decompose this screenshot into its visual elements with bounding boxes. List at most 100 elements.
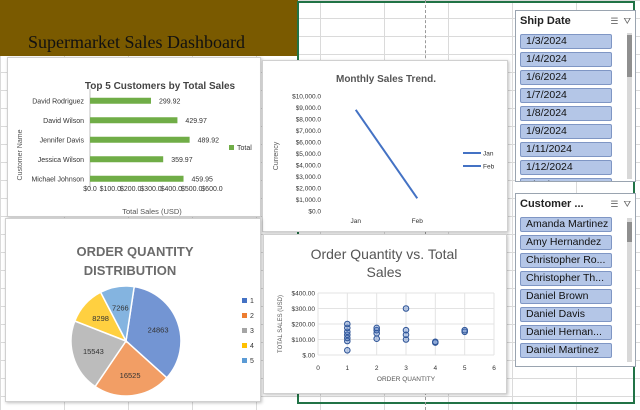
slicer-title: Ship Date: [520, 15, 571, 27]
slicer-item[interactable]: Daniel Martinez: [520, 343, 612, 358]
data-label: 429.97: [185, 118, 207, 125]
scrollbar-thumb[interactable]: [627, 35, 632, 77]
bar: [90, 136, 190, 143]
data-point: [373, 324, 380, 332]
x-tick-label: 1: [346, 365, 350, 372]
chart-title: Sales: [366, 264, 401, 280]
slicer-item[interactable]: 1/13/2024: [520, 178, 612, 181]
slicer-item[interactable]: 1/8/2024: [520, 106, 612, 121]
chart-title: ORDER QUANTITY: [77, 244, 194, 259]
title-cell[interactable]: Supermarket Sales Dashboard: [0, 0, 298, 56]
data-label: 15543: [83, 347, 104, 356]
slicer-title: Customer ...: [520, 198, 584, 210]
slicer-item[interactable]: 1/6/2024: [520, 70, 612, 85]
chart-title: Monthly Sales Trend.: [336, 74, 436, 85]
y-tick-label: $.00: [302, 353, 315, 360]
data-label: 459.95: [192, 176, 214, 183]
pie-chart[interactable]: ORDER QUANTITY DISTRIBUTION 24863 16525 1554…: [5, 218, 261, 402]
x-tick-label: 0: [316, 365, 320, 372]
x-tick-label: $100.0: [100, 186, 122, 193]
data-label: 7266: [112, 303, 129, 312]
legend-label: 2: [250, 313, 254, 320]
x-tick-label: $300.0: [140, 186, 162, 193]
clear-filter-icon[interactable]: ⛛: [623, 199, 631, 210]
slicer-header: Ship Date ☰ ⛛: [516, 11, 635, 31]
legend-label: Feb: [483, 164, 495, 171]
multi-select-icon[interactable]: ☰: [610, 16, 618, 27]
slicer-item[interactable]: Daniel Brown: [520, 289, 612, 304]
series-line: [354, 109, 419, 199]
slicer-item[interactable]: 1/3/2024: [520, 34, 612, 49]
category-label: David Rodriguez: [32, 98, 84, 105]
slicer-item[interactable]: 1/9/2024: [520, 124, 612, 139]
y-tick-label: $7,000.0: [296, 128, 322, 135]
scatter-chart[interactable]: Order Quantity vs. Total Sales TOTAL SALES…: [263, 234, 507, 394]
chart-title: Order Quantity vs. Total: [311, 246, 458, 262]
slicer-item[interactable]: Amanda Martinez: [520, 217, 612, 232]
legend-label: Jan: [483, 151, 494, 158]
slicer-item[interactable]: 1/4/2024: [520, 52, 612, 67]
slicer-item[interactable]: Daniel Davis: [520, 307, 612, 322]
bar-chart[interactable]: Top 5 Customers by Total Sales Customer N…: [7, 57, 261, 217]
data-point: [402, 326, 410, 334]
y-tick-label: $4,000.0: [296, 163, 322, 170]
slicer-item[interactable]: Daniel Hernan...: [520, 325, 612, 340]
legend-marker: [229, 145, 234, 150]
line-chart[interactable]: Monthly Sales Trend. Currency $10,000.0 $9,…: [262, 60, 508, 232]
x-tick-label: 5: [463, 365, 467, 372]
y-tick-label: $0.0: [308, 209, 321, 216]
y-tick-label: $9,000.0: [296, 105, 322, 112]
y-tick-label: $200.00: [292, 322, 316, 329]
legend-marker: [242, 313, 247, 318]
data-label: 24863: [148, 326, 169, 335]
x-tick-label: 6: [492, 365, 496, 372]
x-axis-title: Total Sales (USD): [122, 207, 182, 216]
chart-title: Top 5 Customers by Total Sales: [85, 81, 236, 92]
x-tick-label: 4: [434, 365, 438, 372]
slicer-item-list: Amanda Martinez Amy Hernandez Christopher …: [516, 214, 635, 364]
x-tick-label: Jan: [351, 218, 362, 225]
legend-marker: [242, 298, 247, 303]
data-point: [344, 320, 351, 328]
category-label: Jessica Wilson: [38, 157, 84, 164]
slicer-item[interactable]: 1/7/2024: [520, 88, 612, 103]
slicer-item[interactable]: 1/11/2024: [520, 142, 612, 157]
y-tick-label: $1,000.0: [296, 197, 322, 204]
data-point: [461, 326, 468, 334]
scrollbar-thumb[interactable]: [627, 222, 632, 242]
chart-title: DISTRIBUTION: [84, 263, 176, 278]
y-tick-label: $5,000.0: [296, 151, 322, 158]
data-label: 489.92: [198, 137, 220, 144]
legend-label: 4: [250, 343, 254, 350]
customer-slicer[interactable]: Customer ... ☰ ⛛ Amanda Martinez Amy Hern…: [515, 193, 636, 367]
multi-select-icon[interactable]: ☰: [610, 199, 618, 210]
y-axis-title: Customer Name: [17, 129, 24, 180]
slicer-header: Customer ... ☰ ⛛: [516, 194, 635, 214]
bar: [90, 175, 184, 182]
x-tick-label: $200.0: [120, 186, 142, 193]
legend-label: Total: [237, 145, 252, 152]
dashboard-title: Supermarket Sales Dashboard: [28, 32, 245, 52]
y-tick-label: $100.00: [292, 337, 316, 344]
slicer-item[interactable]: Christopher Ro...: [520, 253, 612, 268]
bar: [90, 156, 164, 163]
slicer-item[interactable]: Amy Hernandez: [520, 235, 612, 250]
data-point: [432, 338, 439, 346]
legend-marker: [242, 343, 247, 348]
slicer-item[interactable]: Christopher Th...: [520, 271, 612, 286]
y-tick-label: $300.00: [292, 306, 316, 313]
category-label: Jennifer Davis: [40, 137, 85, 144]
clear-filter-icon[interactable]: ⛛: [623, 16, 631, 27]
x-tick-label: $500.0: [181, 186, 203, 193]
legend-label: 3: [250, 328, 254, 335]
data-point: [373, 335, 380, 342]
legend-marker: [242, 358, 247, 363]
slicer-item[interactable]: 1/12/2024: [520, 160, 612, 175]
x-tick-label: Feb: [412, 218, 424, 225]
y-tick-label: $10,000.0: [292, 94, 321, 101]
ship-date-slicer[interactable]: Ship Date ☰ ⛛ 1/3/2024 1/4/2024 1/6/2024 1/…: [515, 10, 636, 182]
x-tick-label: 2: [375, 365, 379, 372]
y-tick-label: $2,000.0: [296, 186, 322, 193]
data-label: 359.97: [171, 157, 193, 164]
slicer-item-list: 1/3/2024 1/4/2024 1/6/2024 1/7/2024 1/8/2024…: [516, 31, 635, 181]
